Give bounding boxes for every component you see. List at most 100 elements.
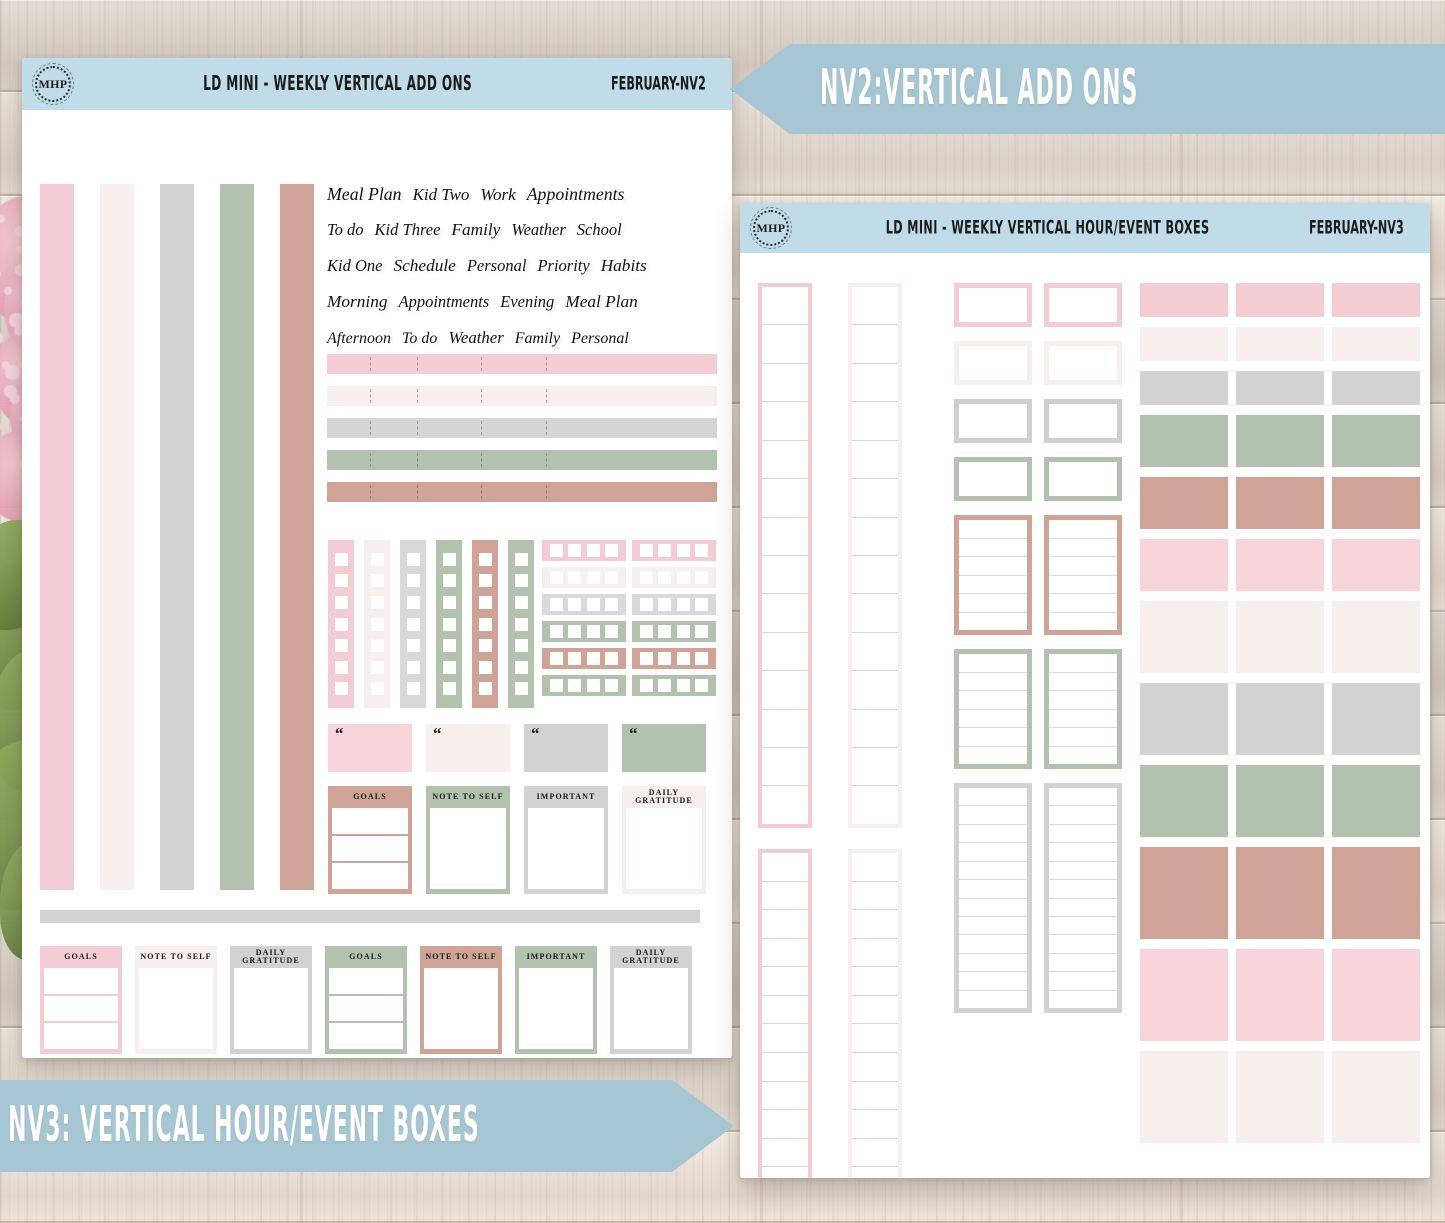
hour-row[interactable] — [762, 556, 808, 594]
event-box-line[interactable] — [959, 825, 1027, 843]
checkbox[interactable] — [568, 625, 581, 638]
checkbox[interactable] — [695, 679, 708, 692]
hour-row[interactable] — [852, 1139, 898, 1168]
checkbox[interactable] — [371, 574, 384, 587]
hour-row[interactable] — [762, 518, 808, 556]
checkbox[interactable] — [658, 571, 671, 584]
checkbox[interactable] — [677, 544, 690, 557]
note-box-line[interactable] — [329, 1023, 403, 1049]
hour-row[interactable] — [762, 910, 808, 939]
event-box-line[interactable] — [959, 843, 1027, 861]
event-box-3-1[interactable] — [954, 399, 1032, 443]
color-block-11-3[interactable] — [1332, 949, 1420, 1041]
checkbox[interactable] — [550, 679, 563, 692]
event-box-line[interactable] — [959, 673, 1027, 692]
event-box-1-1[interactable] — [954, 283, 1032, 327]
event-box-2-2[interactable] — [1044, 341, 1122, 385]
hour-row[interactable] — [852, 479, 898, 517]
checkbox[interactable] — [335, 596, 348, 609]
event-box-line[interactable] — [959, 557, 1027, 576]
event-box-line[interactable] — [1049, 728, 1117, 747]
quote-box-3[interactable]: “ — [524, 724, 608, 772]
event-box-line[interactable] — [1049, 935, 1117, 953]
color-block-1-1[interactable] — [1140, 283, 1228, 317]
note-box-line[interactable] — [424, 968, 498, 1049]
event-box-line[interactable] — [1049, 806, 1117, 824]
note-box-line[interactable] — [430, 808, 506, 889]
hour-row[interactable] — [852, 748, 898, 786]
checkbox[interactable] — [335, 618, 348, 631]
checkbox[interactable] — [640, 652, 653, 665]
event-box-line[interactable] — [959, 288, 1027, 322]
note-box-line[interactable] — [626, 808, 702, 889]
color-block-12-2[interactable] — [1236, 1051, 1324, 1143]
hour-row[interactable] — [852, 967, 898, 996]
hour-row[interactable] — [762, 402, 808, 440]
note-box-upper-3[interactable]: IMPORTANT — [524, 786, 608, 894]
color-block-12-1[interactable] — [1140, 1051, 1228, 1143]
event-box-line[interactable] — [1049, 539, 1117, 558]
color-block-10-3[interactable] — [1332, 847, 1420, 939]
checkbox[interactable] — [568, 571, 581, 584]
checkbox[interactable] — [695, 571, 708, 584]
color-block-6-1[interactable] — [1140, 539, 1228, 591]
checkbox[interactable] — [677, 652, 690, 665]
checkbox[interactable] — [443, 661, 456, 674]
note-box-line[interactable] — [519, 968, 593, 1049]
checkbox[interactable] — [371, 661, 384, 674]
checkbox[interactable] — [677, 679, 690, 692]
note-box-line[interactable] — [44, 996, 118, 1022]
event-box-line[interactable] — [959, 654, 1027, 673]
event-box-line[interactable] — [959, 728, 1027, 747]
checkbox[interactable] — [407, 574, 420, 587]
hour-row[interactable] — [762, 1110, 808, 1139]
hour-row[interactable] — [852, 441, 898, 479]
checkbox[interactable] — [443, 639, 456, 652]
checkbox[interactable] — [605, 571, 618, 584]
checkbox[interactable] — [479, 639, 492, 652]
hour-column-1[interactable] — [758, 283, 812, 828]
checkbox[interactable] — [605, 598, 618, 611]
color-block-1-2[interactable] — [1236, 283, 1324, 317]
event-box-line[interactable] — [959, 613, 1027, 631]
note-box-lower-2[interactable]: NOTE TO SELF — [135, 946, 217, 1054]
checkbox[interactable] — [587, 652, 600, 665]
color-block-3-2[interactable] — [1236, 371, 1324, 405]
note-box-line[interactable] — [234, 968, 308, 1049]
event-box-line[interactable] — [1049, 991, 1117, 1008]
hour-row[interactable] — [852, 910, 898, 939]
hour-row[interactable] — [762, 325, 808, 363]
hour-row[interactable] — [762, 594, 808, 632]
hour-row[interactable] — [852, 671, 898, 709]
event-box-7-1[interactable] — [954, 783, 1032, 1013]
event-box-5-2[interactable] — [1044, 515, 1122, 635]
checkbox[interactable] — [640, 625, 653, 638]
checkbox[interactable] — [371, 553, 384, 566]
event-box-line[interactable] — [959, 710, 1027, 729]
checkbox[interactable] — [640, 598, 653, 611]
hour-row[interactable] — [762, 479, 808, 517]
checkbox[interactable] — [568, 598, 581, 611]
hour-row[interactable] — [852, 364, 898, 402]
color-block-10-1[interactable] — [1140, 847, 1228, 939]
note-box-line[interactable] — [329, 968, 403, 994]
event-box-line[interactable] — [959, 788, 1027, 806]
color-block-9-2[interactable] — [1236, 765, 1324, 837]
hour-row[interactable] — [762, 633, 808, 671]
event-box-line[interactable] — [959, 462, 1027, 496]
checkbox[interactable] — [479, 596, 492, 609]
hour-row[interactable] — [762, 786, 808, 823]
checkbox[interactable] — [640, 679, 653, 692]
event-box-6-2[interactable] — [1044, 649, 1122, 769]
hour-row[interactable] — [852, 633, 898, 671]
checkbox[interactable] — [550, 598, 563, 611]
color-block-1-3[interactable] — [1332, 283, 1420, 317]
checkbox[interactable] — [677, 625, 690, 638]
checkbox[interactable] — [550, 625, 563, 638]
checkbox[interactable] — [587, 544, 600, 557]
event-box-line[interactable] — [1049, 346, 1117, 380]
checkbox[interactable] — [695, 652, 708, 665]
color-block-7-3[interactable] — [1332, 601, 1420, 673]
hour-row[interactable] — [762, 287, 808, 325]
note-box-upper-1[interactable]: GOALS — [328, 786, 412, 894]
